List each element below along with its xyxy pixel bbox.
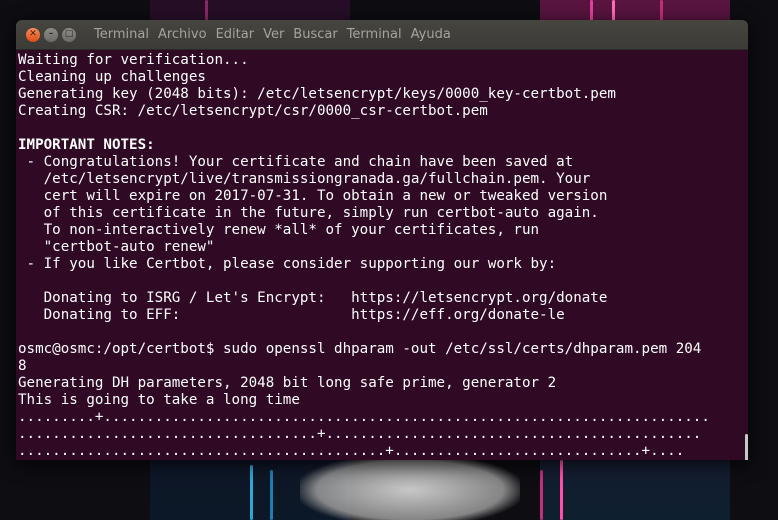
menu-bar: Terminal Archivo Editar Ver Buscar Termi… [94, 27, 451, 42]
wallpaper-streak [612, 0, 615, 22]
terminal-line: "certbot-auto renew" [18, 239, 215, 255]
terminal-line-progress: ........................................… [18, 443, 685, 459]
terminal-line: Donating to ISRG / Let's Encrypt: https:… [18, 290, 608, 306]
terminal-line: Cleaning up challenges [18, 69, 206, 85]
terminal-line: 8 [18, 358, 27, 374]
wallpaper-streak [205, 0, 208, 22]
terminal-line: To non-interactively renew *all* of your… [18, 222, 540, 238]
minimize-button[interactable]: – [44, 27, 58, 42]
terminal-line: Donating to EFF: https://eff.org/donate-… [18, 307, 565, 323]
terminal-line: Generating DH parameters, 2048 bit long … [18, 375, 557, 391]
terminal-line: /etc/letsencrypt/live/transmissiongranad… [18, 171, 591, 187]
terminal-output[interactable]: Waiting for verification... Cleaning up … [16, 50, 748, 460]
terminal-line: of this certificate in the future, simpl… [18, 205, 599, 221]
terminal-line-progress: ...................................+....… [18, 426, 702, 442]
close-button[interactable]: ✕ [26, 27, 40, 42]
wallpaper-streak [250, 465, 253, 520]
terminal-line: - Congratulations! Your certificate and … [18, 154, 574, 170]
terminal-line: Waiting for verification... [18, 52, 249, 68]
terminal-line: Generating key (2048 bits): /etc/letsenc… [18, 86, 616, 102]
terminal-line: This is going to take a long time [18, 392, 300, 408]
title-bar[interactable]: ✕ – □ Terminal Archivo Editar Ver Buscar… [16, 20, 748, 50]
wallpaper-streak [590, 0, 593, 22]
terminal-window[interactable]: ✕ – □ Terminal Archivo Editar Ver Buscar… [16, 20, 748, 460]
wallpaper-streak [540, 470, 543, 520]
menu-editar[interactable]: Editar [216, 27, 255, 42]
terminal-line: cert will expire on 2017-07-31. To obtai… [18, 188, 608, 204]
wallpaper-streak [660, 0, 663, 22]
menu-terminal[interactable]: Terminal [347, 27, 402, 42]
maximize-button[interactable]: □ [62, 27, 76, 42]
terminal-line: Creating CSR: /etc/letsencrypt/csr/0000_… [18, 103, 488, 119]
menu-ver[interactable]: Ver [263, 27, 284, 42]
menu-terminal-app[interactable]: Terminal [94, 27, 149, 42]
wallpaper-figure [300, 455, 520, 520]
scrollbar-thumb[interactable] [745, 434, 748, 460]
menu-ayuda[interactable]: Ayuda [411, 27, 451, 42]
window-controls: ✕ – □ [26, 27, 76, 42]
menu-buscar[interactable]: Buscar [293, 27, 337, 42]
terminal-line-progress: .........+..............................… [18, 409, 710, 425]
wallpaper-streak [560, 460, 563, 520]
menu-archivo[interactable]: Archivo [158, 27, 207, 42]
terminal-line-heading: IMPORTANT NOTES: [18, 137, 155, 153]
terminal-line-command: osmc@osmc:/opt/certbot$ sudo openssl dhp… [18, 341, 702, 357]
wallpaper-streak [270, 470, 273, 520]
terminal-line: - If you like Certbot, please consider s… [18, 256, 557, 272]
